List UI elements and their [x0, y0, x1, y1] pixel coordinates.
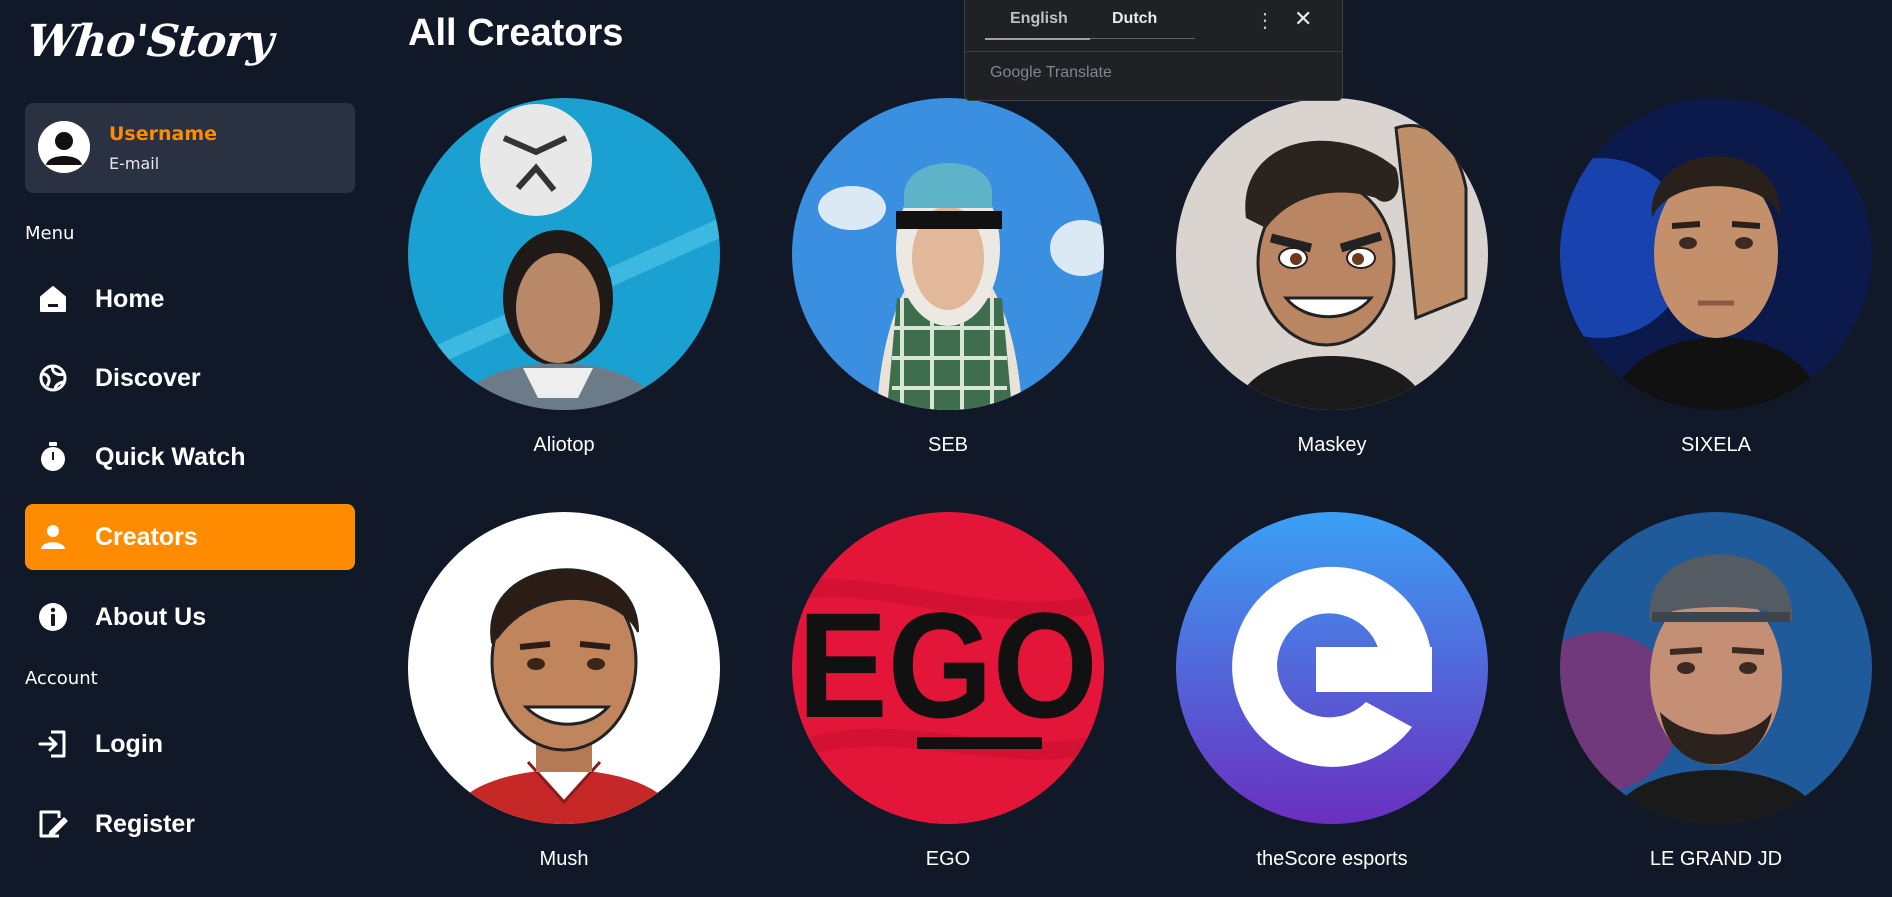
- creator-name: SEB: [927, 434, 969, 456]
- nav-about-label: About Us: [95, 602, 207, 631]
- ego-logo-text: EGO: [798, 582, 1098, 749]
- creator-name: Aliotop: [533, 434, 595, 456]
- nav-discover[interactable]: Discover: [25, 345, 355, 411]
- creator-name: LE GRAND JD: [1649, 848, 1783, 870]
- username: Username: [109, 123, 218, 145]
- nav-discover-label: Discover: [95, 363, 201, 392]
- creator-name: theScore esports: [1256, 848, 1408, 870]
- nav-about[interactable]: About Us: [25, 584, 355, 650]
- nav-home-label: Home: [95, 284, 165, 313]
- creator-name: Mush: [539, 848, 589, 870]
- sidebar: Who'Story Username E-mail Menu Home Disc…: [0, 0, 380, 897]
- nav-login-label: Login: [95, 729, 164, 758]
- creator-avatar: [408, 98, 720, 410]
- tab-divider: [1090, 38, 1195, 39]
- creator-avatar: [1176, 98, 1488, 410]
- account-section-label: Account: [25, 668, 98, 689]
- person-icon: [37, 521, 69, 553]
- creator-card-mush[interactable]: Mush: [408, 512, 720, 871]
- app-logo[interactable]: Who'Story: [24, 16, 275, 67]
- user-card[interactable]: Username E-mail: [25, 103, 355, 193]
- creator-card-maskey[interactable]: Maskey: [1176, 98, 1488, 457]
- nav-home[interactable]: Home: [25, 266, 355, 332]
- creator-avatar: [1560, 512, 1872, 824]
- translate-popup: English Dutch ⋮ ✕ Google Translate: [964, 0, 1343, 101]
- page-title: All Creators: [408, 12, 624, 54]
- creator-card-aliotop[interactable]: Aliotop: [408, 98, 720, 457]
- creator-avatar: [792, 98, 1104, 410]
- user-email: E-mail: [109, 154, 160, 173]
- google-translate-brand: Google Translate: [990, 64, 1112, 81]
- creator-avatar: [1176, 512, 1488, 824]
- nav-register-label: Register: [95, 809, 196, 838]
- nav-creators[interactable]: Creators: [25, 504, 355, 570]
- nav-quick-watch[interactable]: Quick Watch: [25, 424, 355, 490]
- info-icon: [37, 601, 69, 633]
- edit-icon: [37, 808, 69, 840]
- nav-login[interactable]: Login: [25, 711, 355, 777]
- translate-tab-dutch[interactable]: Dutch: [1112, 10, 1157, 28]
- creator-name: SIXELA: [1680, 434, 1752, 456]
- translate-tab-english[interactable]: English: [1010, 10, 1068, 28]
- menu-section-label: Menu: [25, 223, 75, 244]
- nav-register[interactable]: Register: [25, 791, 355, 857]
- creator-name: Maskey: [1297, 434, 1367, 456]
- nav-creators-label: Creators: [95, 522, 198, 551]
- nav-quick-watch-label: Quick Watch: [95, 442, 246, 471]
- creator-card-le-grand-jd[interactable]: LE GRAND JD: [1560, 512, 1872, 871]
- globe-icon: [37, 362, 69, 394]
- home-icon: [37, 283, 69, 315]
- creator-card-thescore-esports[interactable]: theScore esports: [1176, 512, 1488, 871]
- close-icon[interactable]: ✕: [1294, 6, 1312, 32]
- creator-avatar: [1560, 98, 1872, 410]
- creator-card-seb[interactable]: SEB: [792, 98, 1104, 457]
- stopwatch-icon: [37, 441, 69, 473]
- avatar-icon: [38, 121, 90, 173]
- creator-avatar: [408, 512, 720, 824]
- creator-name: EGO: [925, 848, 971, 870]
- active-tab-indicator: [985, 38, 1090, 40]
- more-options-icon[interactable]: ⋮: [1255, 8, 1275, 33]
- login-icon: [37, 728, 69, 760]
- creator-card-ego[interactable]: EGO EGO: [792, 512, 1104, 871]
- creator-avatar: EGO: [792, 512, 1104, 824]
- divider: [965, 51, 1342, 52]
- creator-card-sixela[interactable]: SIXELA: [1560, 98, 1872, 457]
